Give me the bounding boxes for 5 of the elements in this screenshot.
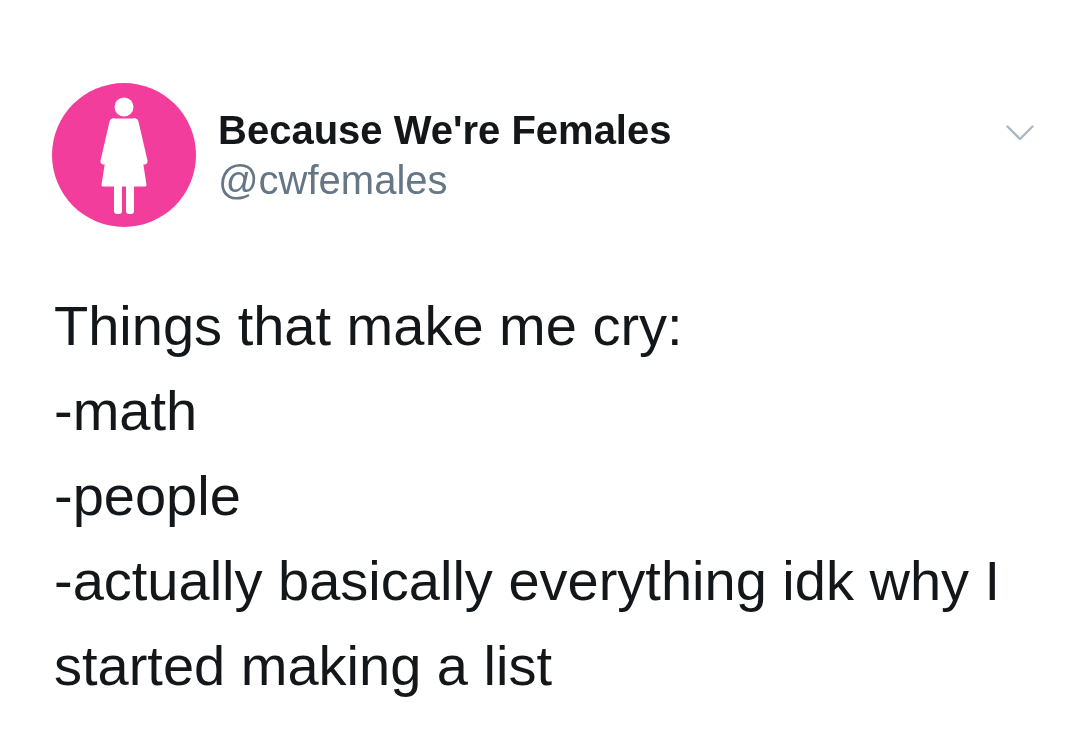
author-handle: @cwfemales — [218, 157, 449, 204]
woman-figure-icon — [52, 83, 196, 227]
tweet-text: Things that make me cry: -math -people -actually basically everything idk why I started making a list — [54, 293, 1002, 699]
chevron-down-icon[interactable] — [1006, 125, 1034, 141]
author-name: Because We're Females — [218, 107, 672, 154]
